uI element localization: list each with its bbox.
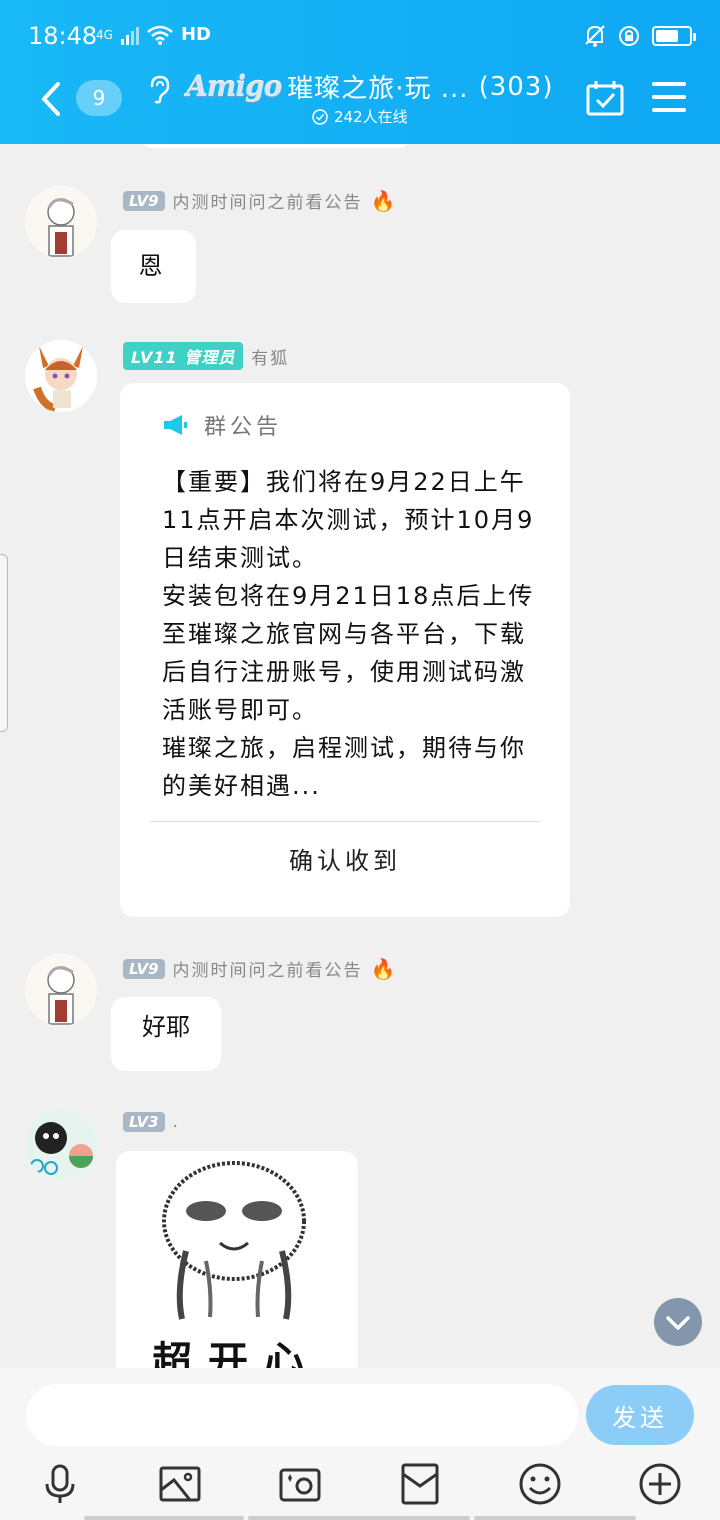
level-badge: LV9 xyxy=(123,190,165,211)
avatar[interactable] xyxy=(25,340,97,412)
status-time: 18:48 xyxy=(28,22,98,50)
message-input[interactable] xyxy=(26,1384,578,1446)
send-button[interactable]: 发送 xyxy=(586,1385,694,1445)
avatar-image xyxy=(25,1108,97,1180)
chat-header: 18:48 4G HD 9 Amigo 璀璨之旅·玩 ... (303) 242… xyxy=(0,0,720,144)
notice-title: 群公告 xyxy=(204,415,283,440)
battery-icon xyxy=(652,26,696,46)
message-bubble[interactable]: 好耶 xyxy=(111,997,221,1071)
chevron-down-icon xyxy=(666,1316,690,1330)
notice-paragraph: 安装包将在9月21日18点后上传至璀璨之旅官网与各平台，下载后自行注册账号，使用… xyxy=(162,582,535,724)
admin-level-badge: LV11 管理员 xyxy=(123,342,244,370)
previous-message-bubble xyxy=(140,144,410,148)
sticker-caption: 超开心 xyxy=(152,1339,320,1368)
online-count: 242人在线 xyxy=(334,108,408,126)
plus-icon[interactable] xyxy=(638,1462,682,1506)
side-drawer-handle[interactable] xyxy=(0,554,8,732)
scroll-to-bottom-button[interactable] xyxy=(654,1298,702,1346)
chat-message-list[interactable]: LV9 内测时间问之前看公告 🔥 恩 LV11 管理员 有狐 群公告 【重要】我… xyxy=(0,144,720,1368)
message-meta: LV9 内测时间问之前看公告 🔥 xyxy=(123,956,395,981)
network-type: 4G xyxy=(96,27,113,42)
sender-nickname[interactable]: 有狐 xyxy=(251,344,289,369)
microphone-icon[interactable] xyxy=(38,1462,82,1506)
message-meta: LV3 . xyxy=(123,1112,180,1132)
battery-tip xyxy=(693,33,696,41)
nav-indicator xyxy=(248,1516,470,1520)
notice-paragraph: 【重要】我们将在9月22日上午11点开启本次测试，预计10月9日结束测试。 xyxy=(162,468,535,572)
chat-title[interactable]: Amigo 璀璨之旅·玩 ... (303) xyxy=(186,68,554,105)
megaphone-icon xyxy=(164,415,187,435)
avatar[interactable] xyxy=(25,186,97,258)
avatar[interactable] xyxy=(25,1108,97,1180)
notice-header: 群公告 xyxy=(162,409,282,441)
avatar[interactable] xyxy=(25,954,97,1026)
signal-icon xyxy=(120,26,139,45)
ear-icon[interactable] xyxy=(146,74,172,104)
notice-content: 【重要】我们将在9月22日上午11点开启本次测试，预计10月9日结束测试。 安装… xyxy=(162,463,546,805)
sender-nickname[interactable]: . xyxy=(173,1112,180,1132)
message-meta: LV9 内测时间问之前看公告 🔥 xyxy=(123,188,395,213)
fire-icon: 🔥 xyxy=(370,188,396,213)
group-name: 璀璨之旅·玩 ... xyxy=(287,74,469,104)
sender-nickname[interactable]: 内测时间问之前看公告 xyxy=(173,956,363,981)
avatar-image xyxy=(25,340,97,412)
menu-button[interactable] xyxy=(652,82,686,112)
sender-nickname[interactable]: 内测时间问之前看公告 xyxy=(173,188,363,213)
confirm-received-button[interactable]: 确认收到 xyxy=(120,841,570,876)
message-meta: LV11 管理员 有狐 xyxy=(123,342,289,370)
emoji-icon[interactable] xyxy=(518,1462,562,1506)
check-circle-icon xyxy=(312,108,328,125)
avatar-image xyxy=(25,954,97,1026)
input-area: 发送 xyxy=(0,1368,720,1520)
divider xyxy=(150,821,540,822)
fire-icon: 🔥 xyxy=(370,956,396,981)
hd-indicator: HD xyxy=(180,24,211,45)
level-badge: LV3 xyxy=(123,1112,165,1132)
level-badge: LV9 xyxy=(123,958,165,979)
calendar-check-icon[interactable] xyxy=(586,80,624,116)
bell-muted-icon xyxy=(585,25,605,47)
nav-indicator xyxy=(474,1516,636,1520)
red-packet-icon[interactable] xyxy=(398,1462,442,1506)
nav-indicator xyxy=(84,1516,244,1520)
member-count: (303) xyxy=(478,71,554,102)
group-notice-card[interactable]: 群公告 【重要】我们将在9月22日上午11点开启本次测试，预计10月9日结束测试… xyxy=(120,383,570,917)
notice-paragraph: 璀璨之旅，启程测试，期待与你的美好相遇... xyxy=(162,734,526,800)
status-icons-right xyxy=(584,24,696,48)
online-status: 242人在线 xyxy=(312,106,408,127)
sticker-message[interactable]: 超开心 xyxy=(116,1151,358,1368)
lock-rotation-icon xyxy=(619,26,639,46)
battery-level xyxy=(656,30,678,42)
brand-logo: Amigo xyxy=(186,70,282,103)
message-bubble[interactable]: 恩 xyxy=(111,230,196,303)
status-icons-left: 4G HD xyxy=(96,24,211,45)
wifi-icon xyxy=(147,25,173,45)
status-bar: 18:48 4G HD xyxy=(0,0,720,74)
avatar-image xyxy=(25,186,97,258)
unread-count-badge[interactable]: 9 xyxy=(76,80,122,116)
back-button[interactable] xyxy=(36,80,66,118)
camera-icon[interactable] xyxy=(278,1462,322,1506)
image-icon[interactable] xyxy=(158,1462,202,1506)
